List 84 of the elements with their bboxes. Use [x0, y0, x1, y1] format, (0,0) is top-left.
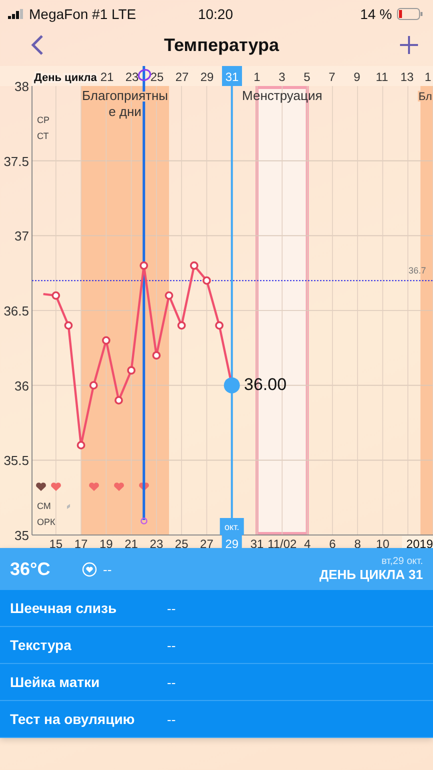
- y-axis-label: 38: [14, 79, 29, 94]
- temperature-value: 36°C: [10, 558, 52, 580]
- data-point: [52, 291, 60, 300]
- field-label: Текстура: [10, 637, 72, 653]
- heart-icon: [89, 482, 99, 491]
- cycle-day[interactable]: 29: [200, 70, 214, 84]
- heart-icon: [139, 482, 149, 491]
- date-label[interactable]: 15: [49, 537, 63, 548]
- field-label: Шеечная слизь: [10, 600, 118, 616]
- y-axis-label: 37.5: [4, 154, 29, 169]
- cycle-day[interactable]: 7: [328, 70, 336, 84]
- field-value: --: [167, 674, 176, 690]
- row-label: ОРК: [37, 517, 56, 527]
- cycle-day[interactable]: 1: [254, 70, 260, 84]
- y-axis-label: 35: [14, 528, 29, 543]
- data-point: [114, 396, 123, 404]
- cycle-day-title: ДЕНЬ ЦИКЛА 31: [319, 567, 423, 582]
- date-label[interactable]: 19: [99, 537, 113, 548]
- battery-percent: 14 %: [360, 6, 392, 22]
- carrier-name: MegaFon #1 LTE: [29, 6, 136, 22]
- field-label: Тест на овуляцию: [10, 711, 136, 727]
- data-point: [177, 321, 186, 330]
- field-value: --: [167, 712, 176, 726]
- cycle-day-caption: День цикла: [34, 72, 97, 84]
- data-point: [64, 321, 73, 330]
- month-label: окт.: [224, 522, 240, 532]
- cycle-day[interactable]: 27: [175, 70, 189, 84]
- signal-icon: [8, 9, 24, 19]
- month-tag: [220, 518, 244, 535]
- data-point: [127, 366, 136, 375]
- data-point: [140, 261, 148, 270]
- cycle-day[interactable]: 5: [304, 70, 310, 84]
- cycle-day[interactable]: 3: [278, 70, 286, 84]
- selected-date: вт,29 окт.: [381, 556, 423, 567]
- date-label[interactable]: 23: [150, 537, 164, 548]
- screen-title: Температура: [164, 34, 280, 56]
- ovulation-marker: [138, 69, 152, 81]
- y-axis-label: 35.5: [4, 453, 29, 468]
- add-button[interactable]: [399, 35, 419, 55]
- cycle-day[interactable]: 23: [125, 70, 139, 84]
- cycle-day[interactable]: 11: [376, 70, 388, 84]
- date-label[interactable]: 4: [304, 537, 311, 548]
- back-button[interactable]: [30, 34, 44, 56]
- test-marker: [140, 518, 148, 524]
- selected-value: 36.00: [244, 375, 287, 394]
- y-axis-label: 36: [14, 378, 29, 394]
- data-point: [89, 381, 98, 390]
- cycle-day[interactable]: 9: [354, 70, 360, 84]
- cycle-day[interactable]: 21: [100, 70, 114, 84]
- data-point: [152, 351, 161, 360]
- cycle-day[interactable]: 1: [424, 70, 432, 84]
- band-label: Менструация: [242, 88, 322, 103]
- y-axis-label: 36.5: [4, 304, 29, 318]
- date-label[interactable]: 10: [376, 537, 390, 548]
- heart-icon: [114, 482, 124, 491]
- year-label: 2019: [406, 537, 433, 548]
- date-label[interactable]: 25: [174, 537, 188, 548]
- field-label: Шейка матки: [10, 674, 101, 690]
- data-point: [102, 336, 110, 345]
- band-label: Бл: [418, 91, 432, 103]
- date-label[interactable]: 6: [329, 537, 336, 548]
- coverline-label: 36.7: [408, 266, 426, 276]
- data-point: [202, 276, 211, 285]
- field-value: --: [167, 638, 176, 652]
- y-axis-label: 37: [14, 228, 29, 244]
- battery-icon: [396, 8, 423, 20]
- date-label[interactable]: 27: [200, 537, 214, 548]
- cycle-day[interactable]: 13: [400, 70, 414, 84]
- date-label[interactable]: 11/02: [268, 537, 297, 548]
- clock-time: 10:20: [196, 6, 234, 22]
- date-label[interactable]: 17: [74, 537, 88, 548]
- date-label[interactable]: 31: [250, 537, 264, 548]
- row-label: СМ: [37, 501, 51, 511]
- row-label: СР: [37, 115, 50, 125]
- cycle-day[interactable]: 25: [150, 70, 164, 84]
- data-point: [164, 291, 174, 300]
- date-label[interactable]: 8: [354, 537, 361, 548]
- row-label: СТ: [37, 131, 49, 141]
- data-point: [215, 321, 224, 330]
- field-value: --: [167, 600, 176, 616]
- date-label[interactable]: 21: [124, 537, 138, 548]
- data-point: [190, 261, 198, 270]
- data-point: [76, 441, 86, 450]
- intercourse-value: --: [103, 562, 113, 576]
